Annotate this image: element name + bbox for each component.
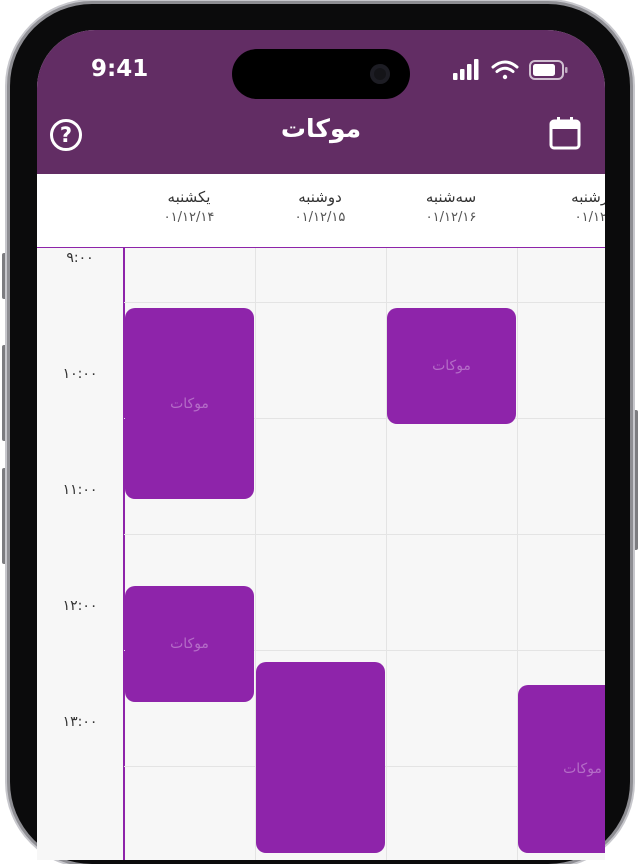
day-header-tuesday[interactable]: سه‌شنبه ۰۱/۱۲/۱۶ — [386, 188, 516, 225]
app-screen: 9:41 ? موکات یکشنبه ۰۱/۱۲/۱۴ دوشنبه ۰۱/۱… — [37, 30, 605, 860]
day-header-sunday[interactable]: یکشنبه ۰۱/۱۲/۱۴ — [124, 188, 254, 225]
battery-icon — [529, 60, 568, 80]
dynamic-island — [232, 49, 410, 99]
power-button — [632, 410, 638, 550]
event-block[interactable]: موکات — [125, 308, 254, 500]
day-header-wednesday[interactable]: چهارشنبه ۰۱/۱۲/۱۷ — [535, 188, 605, 225]
day-date: ۰۱/۱۲/۱۷ — [574, 210, 605, 225]
day-name: سه‌شنبه — [425, 188, 477, 206]
volume-up-button — [2, 345, 8, 441]
time-label: ۱۳:۰۰ — [62, 714, 98, 730]
event-block[interactable] — [256, 661, 385, 854]
status-icons — [453, 59, 568, 80]
calendar-grid[interactable]: موکات موکات موکات موکات — [124, 248, 605, 860]
time-label: ۱۰:۰۰ — [62, 366, 98, 382]
day-date: ۰۱/۱۲/۱۵ — [294, 210, 346, 225]
signal-icon — [453, 59, 479, 80]
calendar-icon[interactable] — [549, 116, 581, 150]
page-title: موکات — [280, 114, 362, 143]
status-time: 9:41 — [91, 56, 149, 82]
time-label: ۱۱:۰۰ — [62, 482, 98, 498]
day-header-monday[interactable]: دوشنبه ۰۱/۱۲/۱۵ — [255, 188, 385, 225]
day-header-row: یکشنبه ۰۱/۱۲/۱۴ دوشنبه ۰۱/۱۲/۱۵ سه‌شنبه … — [37, 174, 605, 248]
event-block[interactable]: موکات — [125, 586, 254, 703]
event-block[interactable]: موکات — [387, 308, 516, 424]
wifi-icon — [491, 60, 519, 80]
volume-down-button — [2, 468, 8, 564]
half-hour-line — [124, 302, 605, 303]
day-date: ۰۱/۱۲/۱۶ — [425, 210, 477, 225]
day-name: یکشنبه — [167, 188, 211, 206]
event-block[interactable]: موکات — [518, 685, 605, 854]
half-hour-line — [124, 534, 605, 535]
time-label: ۹:۰۰ — [66, 250, 94, 266]
time-label: ۱۲:۰۰ — [62, 598, 98, 614]
action-button — [2, 253, 8, 299]
day-date: ۰۱/۱۲/۱۴ — [163, 210, 215, 225]
day-name: چهارشنبه — [571, 188, 605, 206]
app-bar: 9:41 ? موکات — [37, 30, 605, 174]
camera-lens-icon — [370, 64, 390, 84]
day-name: دوشنبه — [298, 188, 342, 206]
